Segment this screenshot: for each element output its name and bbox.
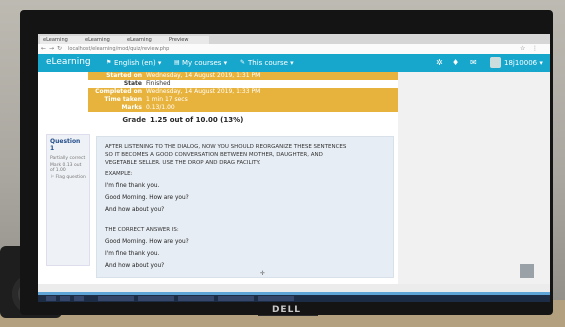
courses-icon: ▤ [174, 59, 180, 66]
summary-row: Started on Wednesday, 14 August 2019, 1:3… [88, 72, 398, 80]
taskbar-app[interactable] [60, 296, 70, 301]
taskbar [38, 295, 550, 302]
summary-label: Marks [121, 104, 142, 111]
summary-value: Finished [146, 80, 171, 87]
star-icon[interactable]: ☆ [520, 46, 525, 52]
attempt-summary: Started on Wednesday, 14 August 2019, 1:3… [88, 72, 398, 112]
summary-label: Started on [106, 72, 142, 79]
summary-row: Time taken 1 min 17 secs [88, 96, 398, 104]
taskbar-window[interactable] [98, 296, 134, 301]
question-info-panel: Question 1 Partially correct Mark 0.13 o… [46, 134, 90, 266]
question-mark: Mark 0.13 out of 1.00 [50, 163, 82, 173]
summary-row: Marks 0.13/1.00 [88, 104, 398, 112]
summary-label: Completed on [95, 88, 142, 95]
taskbar-app[interactable] [74, 296, 84, 301]
example-title: EXAMPLE: [105, 171, 133, 177]
answer-title: THE CORRECT ANSWER IS: [105, 227, 179, 233]
menu-icon[interactable]: ⋮ [532, 46, 538, 52]
example-line: I'm fine thank you. [105, 183, 160, 189]
monitor: DELL eLearning eLearning eLearning Previ… [20, 10, 553, 315]
screen: eLearning eLearning eLearning Preview ← … [38, 34, 550, 302]
this-course-menu[interactable]: This course ▾ [248, 59, 294, 67]
avatar[interactable] [490, 57, 501, 68]
flag-question-label: Flag question [55, 175, 86, 180]
summary-row: State Finished [88, 80, 398, 88]
answer-line: I'm fine thank you. [105, 251, 160, 257]
answer-line: And how about you? [105, 263, 165, 269]
taskbar-window[interactable] [218, 296, 254, 301]
answer-line: Good Morning. How are you? [105, 239, 189, 245]
summary-label: Time taken [104, 96, 142, 103]
question-text-panel: AFTER LISTENING TO THE DIALOG, NOW YOU S… [96, 136, 394, 278]
browser-tab[interactable]: eLearning [40, 36, 83, 44]
messages-icon[interactable]: ✉ [470, 58, 477, 67]
example-line: Good Morning. How are you? [105, 195, 189, 201]
summary-value: Wednesday, 14 August 2019, 1:33 PM [146, 88, 261, 95]
site-logo[interactable]: eLearning [46, 58, 91, 67]
url-field[interactable]: localhost/elearning/mod/quiz/review.php [68, 46, 169, 52]
language-menu[interactable]: English (en) ▾ [114, 59, 161, 67]
status-bar [38, 284, 550, 292]
sidebar [398, 72, 550, 294]
browser-tab[interactable]: eLearning [124, 36, 167, 44]
main-content: Started on Wednesday, 14 August 2019, 1:3… [38, 72, 398, 294]
reload-icon[interactable]: ↻ [57, 46, 62, 52]
grade-row: Grade 1.25 out of 10.00 (13%) [88, 116, 398, 124]
example-line: And how about you? [105, 207, 165, 213]
grade-label: Grade [122, 116, 146, 124]
monitor-brand: DELL [271, 305, 302, 315]
flag-question-link[interactable]: ⚐ Flag question [47, 174, 89, 181]
browser-tab-strip: eLearning eLearning eLearning Preview [38, 34, 550, 44]
taskbar-window[interactable] [178, 296, 214, 301]
question-number: Question 1 [50, 138, 81, 152]
browser-tab[interactable]: eLearning [82, 36, 125, 44]
browser-tab[interactable]: Preview [166, 36, 209, 44]
summary-value: 0.13/1.00 [146, 104, 175, 111]
summary-label: State [123, 80, 142, 87]
course-icon: ✎ [240, 59, 246, 66]
taskbar-window[interactable] [258, 296, 294, 301]
my-courses-menu[interactable]: My courses ▾ [182, 59, 227, 67]
summary-value: Wednesday, 14 August 2019, 1:31 PM [146, 72, 261, 79]
grade-value: 1.25 out of 10.00 (13%) [150, 116, 244, 124]
back-icon[interactable]: ← [41, 46, 46, 52]
question-instructions: AFTER LISTENING TO THE DIALOG, NOW YOU S… [105, 144, 347, 166]
mouse-cursor-icon: ✛ [260, 270, 266, 277]
forward-icon[interactable]: → [49, 46, 54, 52]
flag-icon: ⚑ [106, 59, 112, 66]
settings-icon[interactable]: ✲ [436, 58, 443, 67]
question-status: Partially correct [50, 156, 86, 161]
user-menu[interactable]: 18j10006 ▾ [504, 59, 543, 67]
navbar: eLearning ⚑ English (en) ▾ ▤ My courses … [38, 54, 550, 72]
scroll-to-top-button[interactable] [520, 264, 534, 278]
notification-bell-icon[interactable]: ♦ [452, 58, 459, 67]
taskbar-window[interactable] [138, 296, 174, 301]
summary-row: Completed on Wednesday, 14 August 2019, 1… [88, 88, 398, 96]
summary-value: 1 min 17 secs [146, 96, 188, 103]
start-button[interactable] [46, 296, 56, 301]
